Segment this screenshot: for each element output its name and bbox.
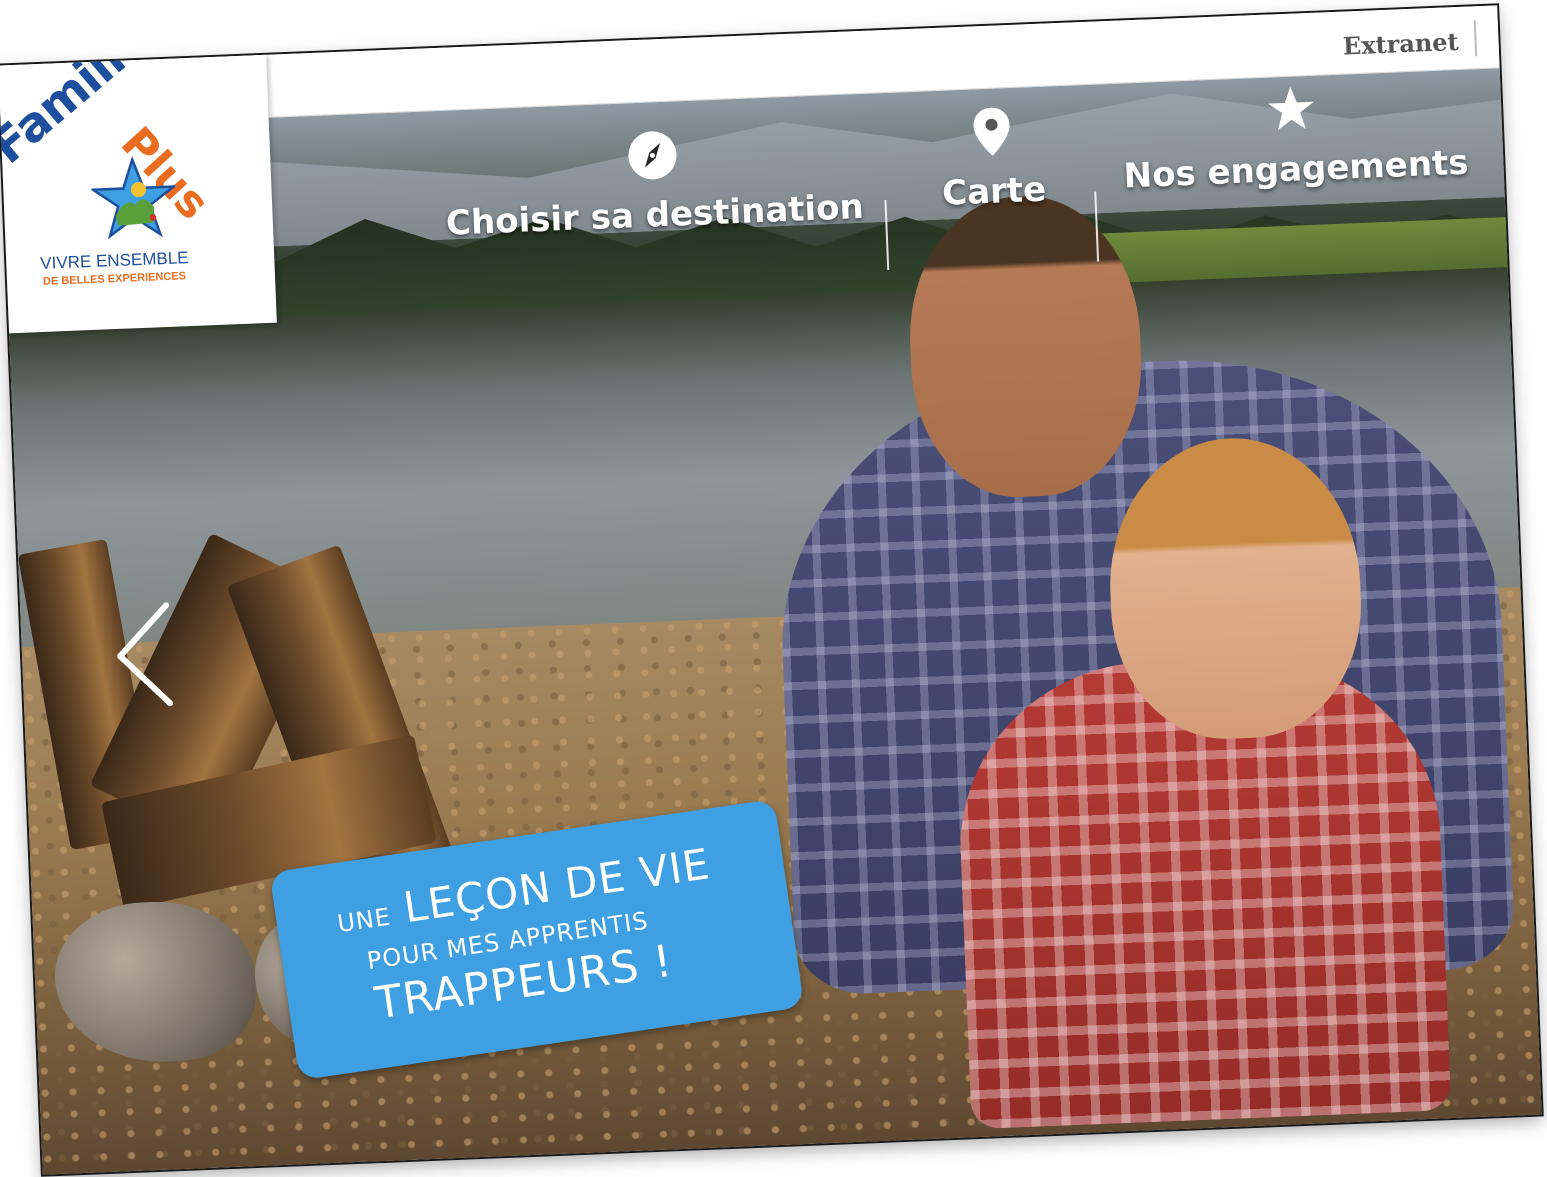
nav-item-label: Nos engagements (1122, 142, 1470, 197)
extranet-divider (1473, 20, 1478, 57)
nav-item-carte[interactable]: Carte (911, 103, 1075, 215)
caption-headline: LEÇON DE VIE (400, 839, 714, 933)
nav-item-choisir-destination[interactable]: Choisir sa destination (442, 121, 866, 244)
logo-star-icon (90, 155, 178, 240)
nav-item-label: Carte (941, 169, 1047, 214)
caption-word-small: UNE (335, 902, 393, 939)
compass-icon (628, 131, 677, 180)
nav-item-label: Choisir sa destination (445, 186, 865, 244)
chevron-left-icon[interactable] (108, 599, 182, 712)
star-icon (1267, 86, 1314, 131)
nav-item-nos-engagements[interactable]: Nos engagements (1120, 77, 1469, 196)
map-pin-icon (973, 107, 1010, 156)
screenshot-stage: Extranet Famille Plus VIVRE ENSEMBLE DE … (0, 0, 1547, 1177)
famille-plus-logo[interactable]: Famille Plus VIVRE ENSEMBLE DE BELLES EX… (0, 11, 277, 334)
extranet-link[interactable]: Extranet (1342, 27, 1459, 61)
browser-page: Extranet Famille Plus VIVRE ENSEMBLE DE … (0, 5, 1542, 1175)
